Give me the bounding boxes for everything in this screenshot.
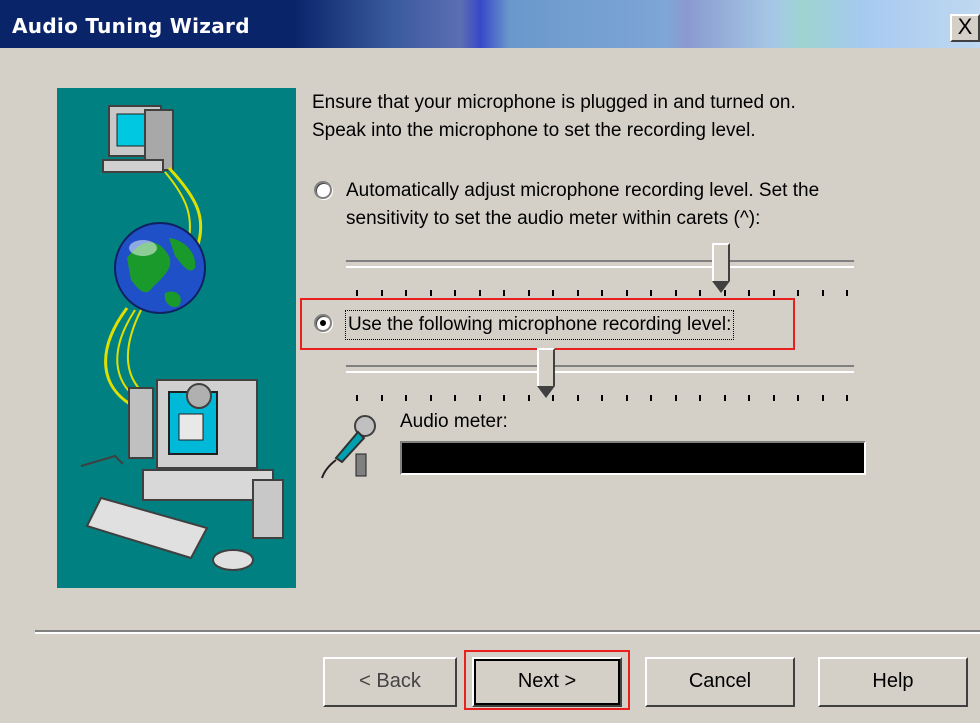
slider-tick: [846, 395, 848, 401]
slider-tick: [552, 290, 554, 296]
sensitivity-ticks: [356, 290, 848, 298]
recording-level-slider-track: [346, 365, 854, 373]
slider-tick: [405, 290, 407, 296]
slider-tick: [528, 290, 530, 296]
next-button[interactable]: Next >: [472, 657, 622, 707]
slider-tick: [430, 290, 432, 296]
slider-tick: [822, 395, 824, 401]
cancel-button-label: Cancel: [688, 670, 752, 692]
slider-tick: [479, 290, 481, 296]
slider-tick: [356, 290, 358, 296]
slider-tick: [503, 395, 505, 401]
slider-tick: [797, 395, 799, 401]
instructions: Ensure that your microphone is plugged i…: [312, 89, 796, 145]
slider-tick: [773, 395, 775, 401]
wizard-illustration: [57, 88, 296, 588]
slider-tick: [846, 290, 848, 296]
audio-meter-label: Audio meter:: [400, 411, 508, 432]
slider-tick: [454, 395, 456, 401]
slider-tick: [724, 290, 726, 296]
slider-tick: [381, 290, 383, 296]
slider-tick: [626, 395, 628, 401]
slider-tick: [724, 395, 726, 401]
slider-tick: [675, 290, 677, 296]
help-button-label: Help: [872, 670, 914, 692]
slider-tick: [699, 395, 701, 401]
slider-tick: [454, 290, 456, 296]
slider-tick: [773, 290, 775, 296]
auto-adjust-line-2: sensitivity to set the audio meter withi…: [346, 208, 761, 229]
slider-tick: [552, 395, 554, 401]
slider-tick: [748, 395, 750, 401]
radio-selected-dot: [320, 320, 326, 326]
slider-tick: [699, 290, 701, 296]
next-button-label: Next >: [517, 670, 577, 692]
slider-tick: [675, 395, 677, 401]
slider-tick: [430, 395, 432, 401]
manual-level-label[interactable]: Use the following microphone recording l…: [344, 310, 735, 340]
cancel-button[interactable]: Cancel: [645, 657, 795, 707]
sensitivity-slider-thumb[interactable]: [712, 243, 730, 293]
instruction-line-2: Speak into the microphone to set the rec…: [312, 120, 756, 141]
slider-tick: [577, 395, 579, 401]
back-button[interactable]: < Back: [323, 657, 457, 707]
close-button[interactable]: X: [950, 14, 980, 42]
help-button[interactable]: Help: [818, 657, 968, 707]
microphone-icon: [321, 415, 376, 479]
slider-tick: [748, 290, 750, 296]
close-icon: X: [957, 14, 973, 39]
recording-level-slider-thumb[interactable]: [537, 348, 555, 398]
sensitivity-slider-track: [346, 260, 854, 268]
auto-adjust-radio[interactable]: [314, 181, 332, 199]
window-title: Audio Tuning Wizard: [12, 14, 250, 38]
separator: [35, 630, 980, 634]
audio-meter-bar: [400, 441, 866, 475]
computer-globe-illustration-icon: [80, 105, 284, 571]
back-button-label: < Back: [359, 670, 421, 692]
slider-tick: [381, 395, 383, 401]
slider-tick: [626, 290, 628, 296]
slider-tick: [528, 395, 530, 401]
instruction-line-1: Ensure that your microphone is plugged i…: [312, 92, 796, 113]
slider-tick: [356, 395, 358, 401]
slider-tick: [479, 395, 481, 401]
auto-adjust-line-1: Automatically adjust microphone recordin…: [346, 180, 820, 201]
slider-tick: [601, 290, 603, 296]
slider-tick: [797, 290, 799, 296]
title-bar: Audio Tuning Wizard X: [0, 0, 980, 48]
auto-adjust-label[interactable]: Automatically adjust microphone recordin…: [346, 177, 819, 233]
recording-level-ticks: [356, 395, 848, 403]
slider-tick: [822, 290, 824, 296]
slider-tick: [601, 395, 603, 401]
slider-tick: [650, 395, 652, 401]
manual-level-radio[interactable]: [314, 314, 332, 332]
slider-tick: [650, 290, 652, 296]
slider-tick: [577, 290, 579, 296]
slider-tick: [405, 395, 407, 401]
slider-tick: [503, 290, 505, 296]
